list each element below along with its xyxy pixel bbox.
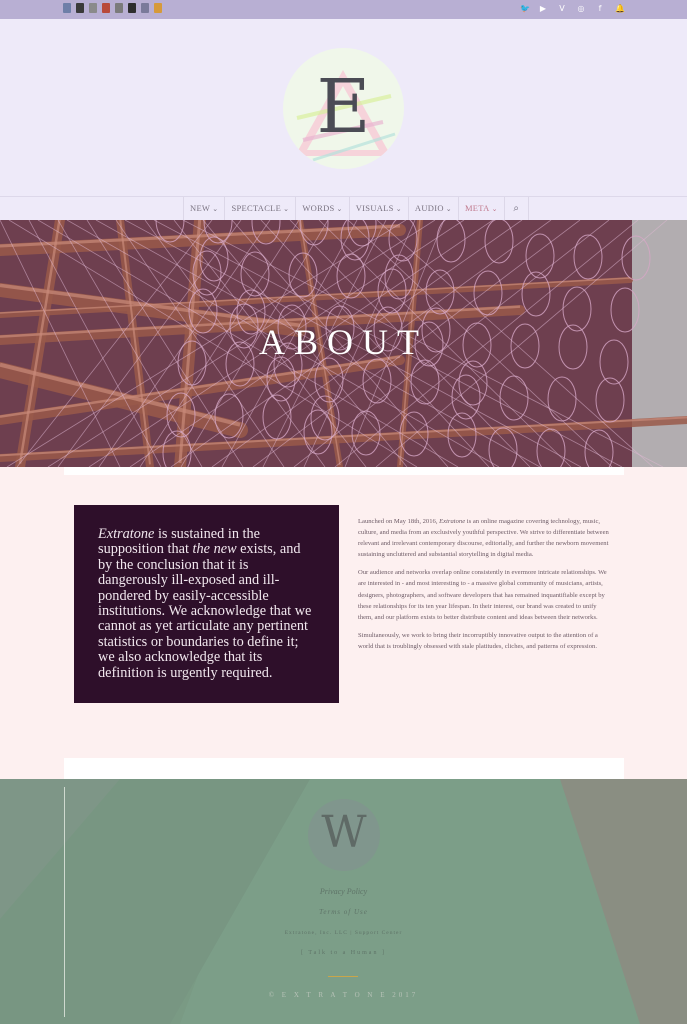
main-nav: NEW ⌄ SPECTACLE ⌄ WORDS ⌄ VISUALS ⌄ AUDIO ⌄ META ⌄ ⌕ xyxy=(0,196,687,220)
nav-item-label: NEW xyxy=(190,203,211,213)
chevron-down-icon: ⌄ xyxy=(336,205,343,213)
about-section: Extratone is sustained in the suppositio… xyxy=(0,467,687,779)
nav-item-new[interactable]: NEW ⌄ xyxy=(184,197,226,220)
nav-item-spectacle[interactable]: SPECTACLE ⌄ xyxy=(225,197,297,220)
about-paragraph: Launched on May 18th, 2016, Extratone is… xyxy=(358,516,613,560)
facebook-icon[interactable]: f xyxy=(596,2,604,16)
app-icon-5[interactable] xyxy=(115,3,123,13)
instagram-icon[interactable]: ◎ xyxy=(577,2,585,16)
chevron-down-icon: ⌄ xyxy=(212,205,219,213)
youtube-icon[interactable]: ▶ xyxy=(539,2,547,16)
app-icon-1[interactable] xyxy=(63,3,71,13)
support-center-link[interactable]: Extratone, Inc. LLC | Support Center xyxy=(0,930,687,936)
nav-item-audio[interactable]: AUDIO ⌄ xyxy=(409,197,459,220)
site-logo[interactable]: E xyxy=(283,48,404,169)
footer-separator xyxy=(328,976,358,977)
about-paragraph: Our audience and networks overlap online… xyxy=(358,569,607,621)
privacy-policy-link[interactable]: Privacy Policy xyxy=(0,887,687,896)
app-icon-6[interactable] xyxy=(128,3,136,13)
copyright: © E X T R A T O N E 2017 xyxy=(268,991,419,999)
app-icon-8[interactable] xyxy=(154,3,162,13)
nav-item-label: META xyxy=(464,203,490,213)
quote-italic-name: Extratone xyxy=(98,526,155,542)
app-icon-2[interactable] xyxy=(76,3,84,13)
twitter-icon[interactable]: 🐦 xyxy=(520,2,530,16)
vimeo-icon[interactable]: V xyxy=(558,2,566,16)
search-icon[interactable]: ⌕ xyxy=(505,197,529,220)
site-header: E xyxy=(0,19,687,196)
nav-item-meta[interactable]: META ⌄ xyxy=(459,197,505,220)
footer-logo-letter: W xyxy=(321,807,367,858)
nav-item-visuals[interactable]: VISUALS ⌄ xyxy=(350,197,409,220)
nav-item-words[interactable]: WORDS ⌄ xyxy=(296,197,350,220)
mission-quote-box: Extratone is sustained in the suppositio… xyxy=(74,505,339,703)
app-icon-3[interactable] xyxy=(89,3,97,13)
quote-italic-phrase: the new xyxy=(192,541,237,558)
page-title: ABOUT xyxy=(259,322,428,362)
nav-menu: NEW ⌄ SPECTACLE ⌄ WORDS ⌄ VISUALS ⌄ AUDIO ⌄ META ⌄ ⌕ xyxy=(183,197,529,220)
paragraph-text: Launched on May 18th, 2016, xyxy=(358,518,440,525)
nav-item-label: WORDS xyxy=(302,203,335,213)
contact-link[interactable]: [ Talk to a Human ] xyxy=(0,950,687,956)
about-description: Launched on May 18th, 2016, Extratone is… xyxy=(358,516,613,659)
magazine-name: Extratone xyxy=(439,518,466,525)
nav-item-label: VISUALS xyxy=(355,203,394,213)
chevron-down-icon: ⌄ xyxy=(395,205,402,213)
terms-of-use-link[interactable]: Terms of Use xyxy=(0,908,687,916)
about-paragraph: Simultaneously, we work to bring their i… xyxy=(358,631,598,650)
footer-divider xyxy=(64,787,65,1017)
social-links: 🐦 ▶ V ◎ f 🔔 xyxy=(520,2,625,16)
chevron-down-icon: ⌄ xyxy=(445,205,452,213)
top-bar: 🐦 ▶ V ◎ f 🔔 xyxy=(0,0,687,19)
app-icon-4[interactable] xyxy=(102,3,110,13)
app-icon-7[interactable] xyxy=(141,3,149,13)
chevron-down-icon: ⌄ xyxy=(283,205,290,213)
mission-quote: Extratone is sustained in the suppositio… xyxy=(98,526,317,681)
nav-item-label: SPECTACLE xyxy=(231,203,282,213)
logo-letter: E xyxy=(316,64,371,150)
notification-icon[interactable]: 🔔 xyxy=(615,2,625,16)
quote-text-part: exists, and by the conclusion that it is… xyxy=(98,541,312,681)
chevron-down-icon: ⌄ xyxy=(491,205,498,213)
nav-item-label: AUDIO xyxy=(414,203,444,213)
content-edge-bottom xyxy=(64,758,624,779)
footer-logo[interactable]: W xyxy=(308,799,380,871)
hero-banner: ABOUT xyxy=(0,220,687,467)
content-edge-top xyxy=(64,467,624,475)
app-icons xyxy=(63,3,162,13)
site-footer: W Privacy Policy Terms of Use Extratone,… xyxy=(0,779,687,1024)
